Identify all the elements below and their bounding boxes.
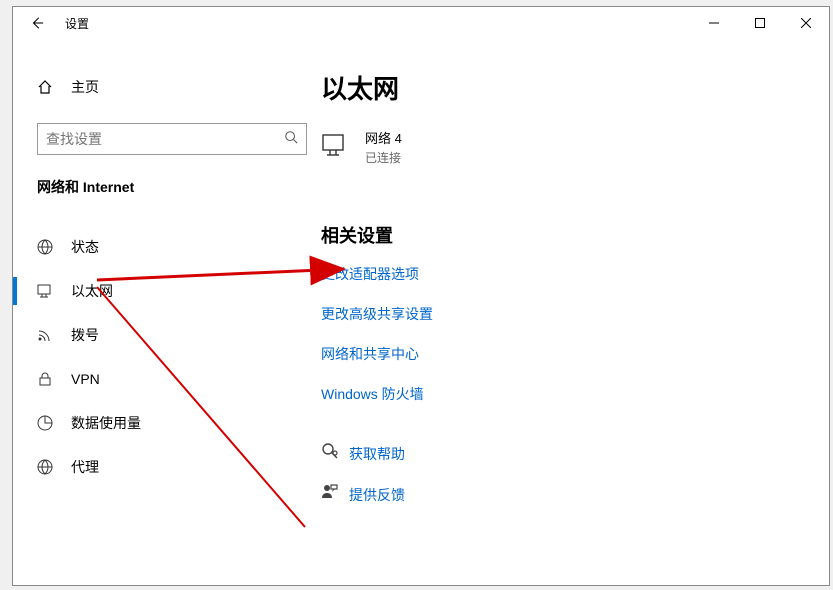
nav-item-proxy[interactable]: 代理: [13, 445, 321, 489]
status-icon: [35, 239, 55, 255]
get-help-link[interactable]: 获取帮助: [321, 442, 809, 465]
arrow-left-icon: [30, 16, 44, 30]
nav-item-label: VPN: [71, 371, 100, 387]
nav-item-label: 拨号: [71, 325, 99, 345]
category-header: 网络和 Internet: [13, 155, 321, 197]
feedback-icon: [321, 483, 349, 506]
network-state: 已连接: [365, 149, 402, 166]
search-icon: [284, 130, 298, 149]
link-change-adapter[interactable]: 更改适配器选项: [321, 264, 809, 284]
page-title: 以太网: [321, 69, 809, 106]
help-icon: [321, 442, 349, 465]
home-icon: [35, 79, 55, 95]
nav-item-data-usage[interactable]: 数据使用量: [13, 401, 321, 445]
settings-window: 设置 主页: [12, 6, 830, 586]
help-label: 获取帮助: [349, 444, 405, 464]
search-input-box[interactable]: [37, 123, 307, 155]
nav-item-label: 状态: [71, 237, 99, 257]
sidebar: 主页 网络和 Internet 状态 以太网: [13, 39, 321, 585]
maximize-button[interactable]: [737, 7, 783, 39]
proxy-icon: [35, 459, 55, 475]
nav-item-vpn[interactable]: VPN: [13, 357, 321, 401]
home-button[interactable]: 主页: [13, 67, 321, 107]
network-status-row[interactable]: 网络 4 已连接: [321, 128, 809, 166]
feedback-label: 提供反馈: [349, 485, 405, 505]
titlebar: 设置: [13, 7, 829, 39]
network-name: 网络 4: [365, 128, 402, 147]
nav-item-dialup[interactable]: 拨号: [13, 313, 321, 357]
ethernet-icon: [321, 131, 351, 164]
vpn-icon: [35, 371, 55, 387]
nav-item-ethernet[interactable]: 以太网: [13, 269, 321, 313]
home-label: 主页: [71, 77, 99, 97]
nav-item-status[interactable]: 状态: [13, 225, 321, 269]
main-panel: 以太网 网络 4 已连接 相关设置 更改适配器选项 更改高级共享设置 网络和共享…: [321, 39, 829, 585]
related-settings-header: 相关设置: [321, 222, 809, 248]
minimize-icon: [709, 18, 719, 28]
search-input[interactable]: [46, 131, 284, 147]
maximize-icon: [755, 18, 765, 28]
give-feedback-link[interactable]: 提供反馈: [321, 483, 809, 506]
link-advanced-sharing[interactable]: 更改高级共享设置: [321, 304, 809, 324]
minimize-button[interactable]: [691, 7, 737, 39]
back-button[interactable]: [13, 7, 61, 39]
close-icon: [801, 18, 811, 28]
link-network-sharing-center[interactable]: 网络和共享中心: [321, 344, 809, 364]
nav-list: 状态 以太网 拨号 VPN 数据使用量: [13, 225, 321, 489]
dialup-icon: [35, 327, 55, 343]
window-title: 设置: [61, 15, 89, 32]
content-area: 主页 网络和 Internet 状态 以太网: [13, 39, 829, 585]
close-button[interactable]: [783, 7, 829, 39]
nav-item-label: 数据使用量: [71, 413, 141, 433]
network-info: 网络 4 已连接: [365, 128, 402, 166]
nav-item-label: 代理: [71, 457, 99, 477]
data-usage-icon: [35, 415, 55, 431]
link-windows-firewall[interactable]: Windows 防火墙: [321, 384, 809, 404]
nav-item-label: 以太网: [71, 281, 113, 301]
ethernet-icon: [35, 283, 55, 299]
window-controls: [691, 7, 829, 39]
